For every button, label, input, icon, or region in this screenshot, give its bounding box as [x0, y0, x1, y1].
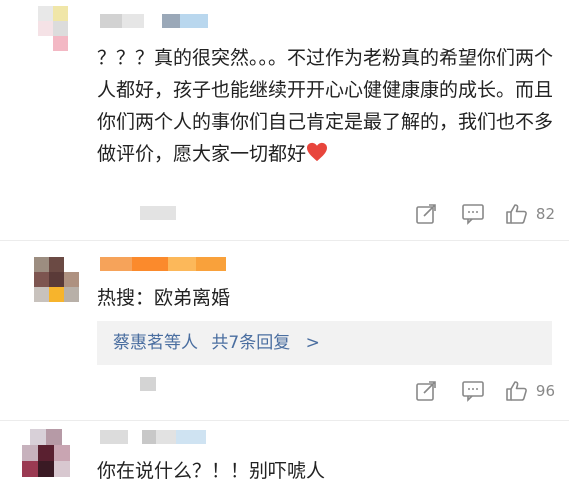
username-blurred[interactable] — [100, 430, 220, 444]
username-blurred[interactable] — [100, 14, 210, 28]
reply-names[interactable]: 蔡惠茗等人 — [113, 333, 198, 353]
like-icon — [506, 204, 527, 224]
heart-emoji — [307, 142, 328, 162]
comment-button[interactable] — [461, 380, 485, 402]
comment-item-2: 热搜：欧弟离婚 蔡惠茗等人 共7条回复 > 96 — [0, 241, 569, 421]
like-button[interactable]: 96 — [505, 380, 555, 402]
reply-count[interactable]: 共7条回复 — [211, 333, 290, 353]
like-icon — [506, 381, 527, 401]
chevron-right-icon: > — [305, 333, 320, 353]
avatar[interactable] — [34, 257, 80, 303]
share-icon — [416, 204, 436, 224]
like-count: 96 — [535, 382, 555, 400]
share-icon — [416, 381, 436, 401]
replies-preview[interactable]: 蔡惠茗等人 共7条回复 > — [97, 321, 552, 365]
username-blurred[interactable] — [100, 257, 230, 271]
comment-button[interactable] — [461, 203, 485, 225]
comment-text: ？？？真的很突然。。。不过作为老粉真的希望你们两个人都好，孩子也能继续开开心心健… — [97, 47, 554, 165]
share-button[interactable] — [415, 380, 437, 402]
comment-icon — [462, 204, 484, 225]
comment-item-1: ？？？真的很突然。。。不过作为老粉真的希望你们两个人都好，孩子也能继续开开心心健… — [0, 0, 569, 240]
comment-item-3: 你在说什么？！！别吓唬人 — [0, 421, 569, 500]
avatar[interactable] — [22, 429, 70, 479]
comment-actions: 82 — [415, 201, 555, 227]
avatar[interactable] — [38, 6, 84, 52]
timestamp-blurred — [140, 377, 156, 391]
like-count: 82 — [535, 205, 555, 223]
share-button[interactable] — [415, 203, 437, 225]
comment-icon — [462, 381, 484, 402]
comment-text: 热搜：欧弟离婚 — [97, 287, 231, 309]
comment-text: 你在说什么？！！别吓唬人 — [97, 460, 326, 482]
like-button[interactable]: 82 — [505, 203, 555, 225]
comment-actions: 96 — [415, 378, 555, 404]
timestamp-blurred — [140, 206, 176, 220]
